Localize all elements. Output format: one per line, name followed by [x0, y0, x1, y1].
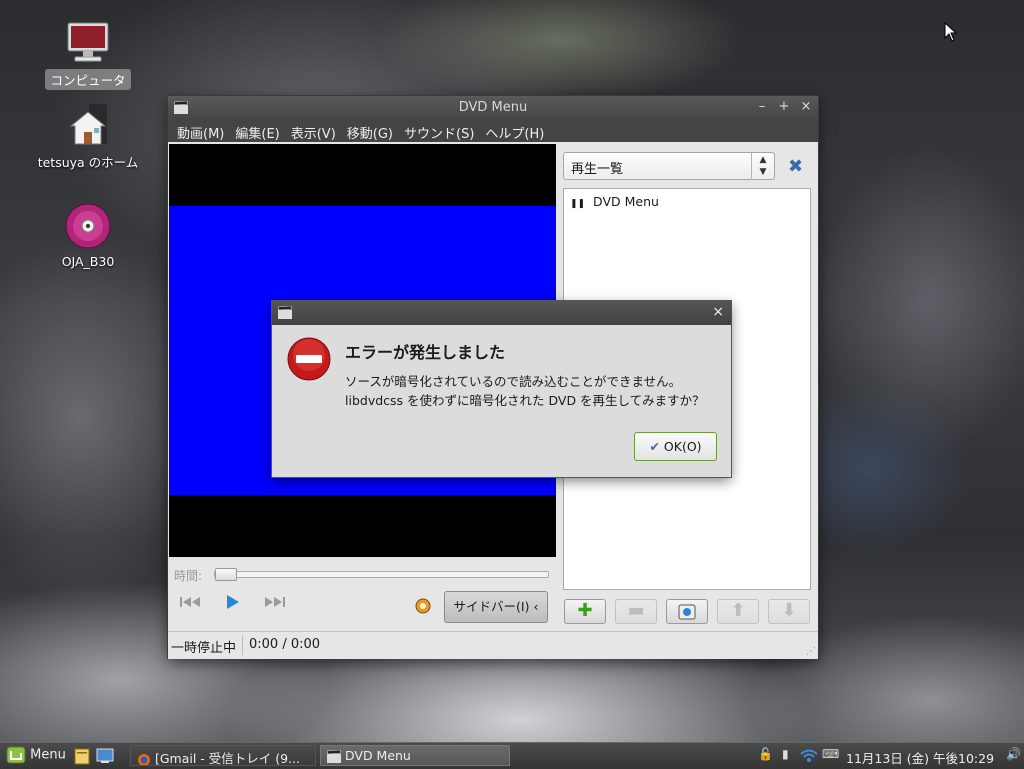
volume-button[interactable] [414, 598, 432, 618]
taskbar-task-label: DVD Menu [344, 748, 411, 763]
error-icon [287, 337, 331, 381]
start-menu-button[interactable]: Menu [6, 746, 66, 764]
usb-drive-icon[interactable]: ▮ [782, 747, 789, 761]
minus-icon: ▬ [627, 600, 645, 621]
menu-view[interactable]: 表示(V) [286, 120, 342, 142]
show-desktop-icon[interactable] [96, 748, 114, 764]
dialog-message: ソースが暗号化されているので読み込むことができません。 libdvdcss を使… [345, 372, 705, 410]
menu-edit[interactable]: 編集(E) [230, 120, 285, 142]
previous-chapter-button[interactable] [180, 596, 202, 612]
save-playlist-button[interactable] [666, 599, 708, 624]
ok-button[interactable]: ✔ OK(O) [634, 432, 717, 461]
resize-grip-icon[interactable]: ⋰ [806, 646, 816, 657]
menubar: 動画(M) 編集(E) 表示(V) 移動(G) サウンド(S) ヘルプ(H) [168, 120, 818, 142]
playlist-item[interactable]: ❚❚ DVD Menu [570, 194, 659, 209]
status-separator [242, 635, 243, 655]
menu-go[interactable]: 移動(G) [342, 120, 399, 142]
wifi-icon[interactable] [800, 749, 818, 763]
playback-time: 0:00 / 0:00 [249, 637, 321, 652]
add-to-playlist-button[interactable]: ✚ [564, 599, 606, 624]
seek-slider[interactable] [214, 568, 549, 581]
volume-tray-icon[interactable]: 🔊 [1006, 747, 1021, 761]
skip-back-icon [180, 597, 200, 607]
sidebar-toggle-button[interactable]: サイドバー(I) ‹ [444, 591, 548, 623]
mouse-pointer-icon [944, 22, 958, 42]
lock-icon[interactable]: 🔓 [758, 747, 773, 761]
file-manager-launcher-icon[interactable] [74, 747, 90, 765]
dialog-heading: エラーが発生しました [345, 343, 506, 362]
close-sidebar-icon[interactable]: ✖ [788, 156, 803, 177]
pause-icon: ❚❚ [570, 199, 586, 209]
arrow-up-icon: ⬆ [730, 600, 746, 621]
checkmark-icon: ✔ [649, 439, 660, 454]
next-chapter-button[interactable] [264, 596, 286, 612]
status-bar: 一時停止中 0:00 / 0:00 ⋰ [168, 631, 818, 659]
keyboard-icon[interactable]: ⌨ [822, 747, 839, 761]
start-menu-label: Menu [30, 747, 66, 763]
desktop-icon-home[interactable]: tetsuya のホーム [28, 102, 148, 172]
chevron-left-icon: ‹ [533, 599, 539, 614]
sidebar-view-select[interactable]: 再生一覧 ▲ ▼ [563, 152, 775, 180]
desktop-icon-label: tetsuya のホーム [37, 155, 139, 170]
dialog-message-line: ソースが暗号化されているので読み込むことができません。 [345, 374, 682, 389]
dialog-message-line: libdvdcss を使わずに暗号化された DVD を再生してみますか？ [345, 393, 705, 408]
window-title: DVD Menu [458, 100, 528, 115]
dialog-titlebar[interactable]: × [272, 301, 731, 325]
updown-arrow-icon: ▲ ▼ [751, 153, 774, 180]
error-dialog: × エラーが発生しました ソースが暗号化されているので読み込むことができません。… [272, 301, 731, 477]
playlist-item-label: DVD Menu [593, 194, 659, 209]
sidebar-toggle-label: サイドバー(I) [453, 599, 530, 614]
desktop-icon-label: OJA_B30 [61, 254, 115, 269]
clock[interactable]: 11月13日 (金) 午後10:29 [846, 748, 994, 767]
window-titlebar[interactable]: DVD Menu – + × [168, 96, 818, 120]
desktop-icon-computer[interactable]: コンピュータ [28, 20, 148, 90]
volume-icon [415, 598, 431, 614]
playback-state: 一時停止中 [171, 641, 237, 656]
close-window-button[interactable]: × [798, 99, 814, 114]
taskbar-task-label: [Gmail - 受信トレイ (9... [154, 751, 301, 766]
maximize-button[interactable]: + [776, 99, 792, 114]
arrow-down-icon: ⬇ [781, 600, 797, 621]
firefox-icon [138, 753, 150, 765]
minimize-button[interactable]: – [754, 99, 770, 114]
seek-label: 時間: [174, 569, 203, 583]
skip-forward-icon [265, 597, 285, 607]
desktop-icon-dvd[interactable]: OJA_B30 [28, 202, 148, 270]
dvd-disc-icon [65, 203, 111, 249]
ok-button-label: OK(O) [663, 439, 702, 454]
taskbar: Menu [Gmail - 受信トレイ (9... DVD Menu 🔓 ▮ ⌨… [0, 742, 1024, 769]
menu-sound[interactable]: サウンド(S) [399, 120, 480, 142]
taskbar-task-firefox[interactable]: [Gmail - 受信トレイ (9... [130, 745, 316, 766]
menu-help[interactable]: ヘルプ(H) [480, 120, 550, 142]
plus-icon: ✚ [577, 600, 593, 621]
sidebar-view-value: 再生一覧 [571, 162, 624, 177]
taskbar-task-dvd-menu[interactable]: DVD Menu [320, 745, 510, 766]
save-playlist-icon [678, 604, 696, 620]
computer-icon [67, 22, 109, 62]
move-down-button[interactable]: ⬇ [768, 599, 810, 624]
dialog-close-button[interactable]: × [712, 304, 724, 320]
play-button[interactable] [226, 594, 240, 614]
desktop-icon-label: コンピュータ [45, 69, 131, 90]
clapperboard-icon [278, 306, 292, 319]
home-folder-icon [69, 104, 107, 145]
menu-movie[interactable]: 動画(M) [172, 120, 230, 142]
mint-logo-icon [6, 746, 26, 764]
clapperboard-icon [326, 749, 342, 763]
play-icon [227, 595, 239, 609]
remove-from-playlist-button[interactable]: ▬ [615, 599, 657, 624]
move-up-button[interactable]: ⬆ [717, 599, 759, 624]
seek-handle[interactable] [215, 568, 237, 581]
